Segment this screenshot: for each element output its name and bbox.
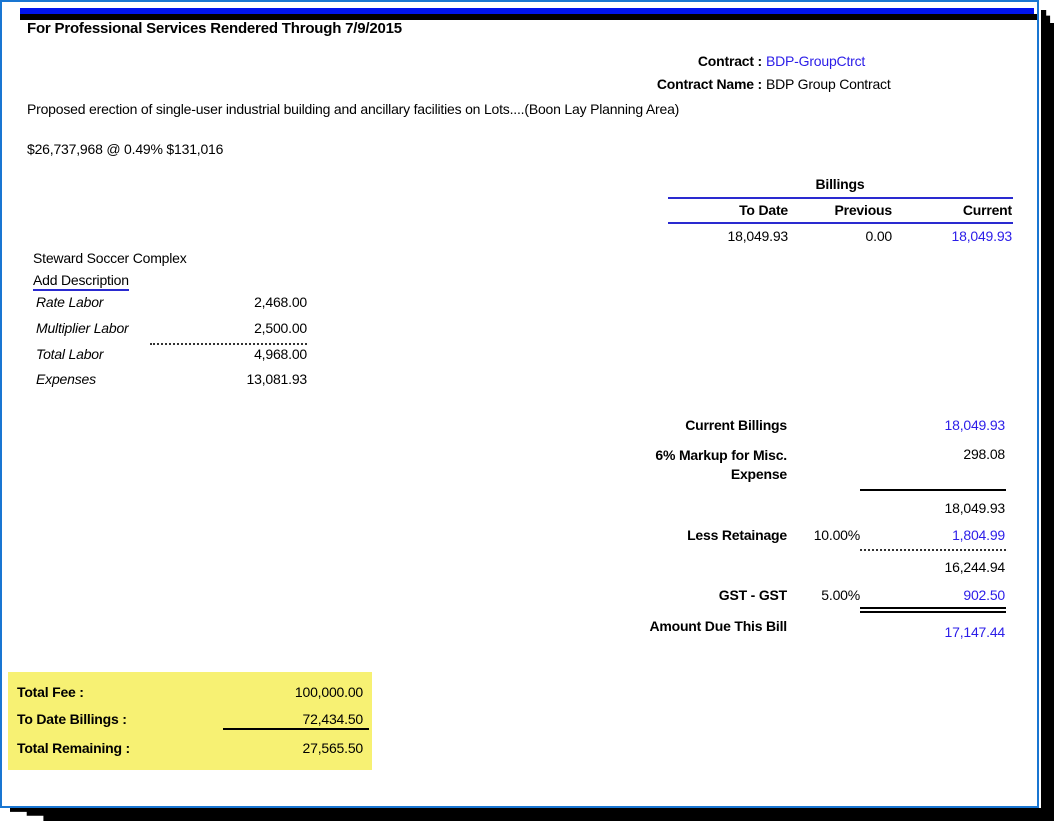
contract-name-label: Contract Name : [560, 76, 762, 92]
amount-due-label: Amount Due This Bill [600, 618, 787, 634]
subtotal-after-markup: 18,049.93 [858, 500, 1005, 516]
markup-subtotal-rule [860, 489, 1006, 491]
less-retainage-label: Less Retainage [600, 527, 787, 543]
window-shadow-bottom [10, 808, 1054, 821]
billings-current-value-link[interactable]: 18,049.93 [892, 228, 1012, 244]
billings-table-title: Billings [668, 176, 1012, 192]
multiplier-labor-value: 2,500.00 [197, 320, 307, 336]
total-remaining-label: Total Remaining : [17, 740, 130, 756]
amount-due-value-link[interactable]: 17,147.44 [858, 624, 1005, 640]
contract-name-value: BDP Group Contract [766, 76, 891, 92]
labor-row-multiplier: Multiplier Labor 2,500.00 [36, 320, 307, 336]
markup-label: 6% Markup for Misc. Expense [625, 446, 787, 484]
contract-link[interactable]: BDP-GroupCtrct [766, 53, 865, 69]
billings-to-date-value: 18,049.93 [668, 228, 788, 244]
labor-row-expenses: Expenses 13,081.93 [36, 371, 307, 387]
billing-report-window: For Professional Services Rendered Throu… [0, 0, 1039, 808]
billings-rule-top [668, 197, 1013, 199]
total-labor-label: Total Labor [36, 346, 197, 362]
contract-totals-box: Total Fee : 100,000.00 To Date Billings … [8, 672, 372, 770]
gst-percent: 5.00% [785, 587, 860, 603]
rate-labor-label: Rate Labor [36, 294, 197, 310]
add-description-link[interactable]: Add Description [33, 272, 129, 291]
billings-header-row: To Date Previous Current [668, 202, 1012, 218]
total-fee-value: 100,000.00 [228, 684, 363, 700]
labor-row-rate: Rate Labor 2,468.00 [36, 294, 307, 310]
total-fee-label: Total Fee : [17, 684, 84, 700]
current-billings-label: Current Billings [600, 417, 787, 433]
window-shadow-right [1041, 10, 1054, 821]
subtotal-after-retainage: 16,244.94 [858, 559, 1005, 575]
billings-col-current: Current [892, 202, 1012, 218]
billings-previous-value: 0.00 [788, 228, 892, 244]
less-retainage-value-link[interactable]: 1,804.99 [858, 527, 1005, 543]
less-retainage-percent: 10.00% [785, 527, 860, 543]
markup-value: 298.08 [858, 446, 1005, 462]
totals-rule [223, 728, 369, 730]
report-title: For Professional Services Rendered Throu… [27, 20, 402, 37]
expenses-label: Expenses [36, 371, 197, 387]
billings-col-to-date: To Date [668, 202, 788, 218]
billing-report-page: For Professional Services Rendered Throu… [0, 0, 1054, 821]
contract-label: Contract : [560, 53, 762, 69]
rate-labor-value: 2,468.00 [197, 294, 307, 310]
billings-col-previous: Previous [788, 202, 892, 218]
labor-row-total: Total Labor 4,968.00 [36, 346, 307, 362]
labor-subtotal-rule [150, 343, 307, 345]
project-description: Proposed erection of single-user industr… [27, 101, 679, 117]
total-labor-value: 4,968.00 [197, 346, 307, 362]
gst-label: GST - GST [600, 587, 787, 603]
retainage-rule [860, 549, 1006, 551]
project-name: Steward Soccer Complex [33, 250, 187, 266]
gst-value-link[interactable]: 902.50 [858, 587, 1005, 603]
to-date-billings-label: To Date Billings : [17, 711, 127, 727]
fee-basis: $26,737,968 @ 0.49% $131,016 [27, 141, 223, 157]
total-remaining-value: 27,565.50 [228, 740, 363, 756]
to-date-billings-value: 72,434.50 [228, 711, 363, 727]
expenses-value: 13,081.93 [197, 371, 307, 387]
billings-rule-bottom [668, 222, 1013, 224]
current-billings-value-link[interactable]: 18,049.93 [858, 417, 1005, 433]
billings-values-row: 18,049.93 0.00 18,049.93 [668, 228, 1012, 244]
multiplier-labor-label: Multiplier Labor [36, 320, 197, 336]
amount-due-rule [860, 607, 1006, 613]
